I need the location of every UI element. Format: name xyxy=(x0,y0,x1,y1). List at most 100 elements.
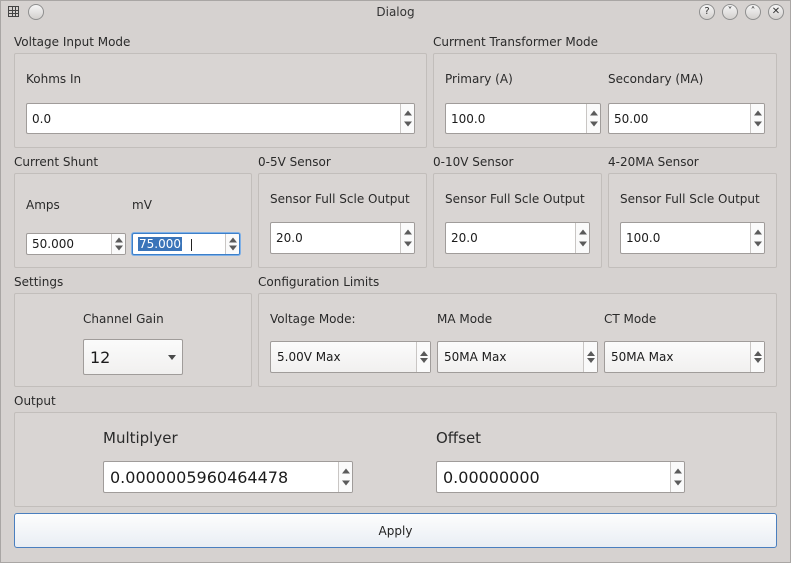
spin-up-icon[interactable] xyxy=(404,110,412,116)
settings-title: Settings xyxy=(14,275,64,289)
ma-mode-label: MA Mode xyxy=(437,312,493,326)
kohms-in-label: Kohms In xyxy=(26,72,82,86)
spin-up-icon[interactable] xyxy=(229,237,237,243)
spin-down-icon[interactable] xyxy=(115,245,123,251)
secondary-label: Secondary (MA) xyxy=(608,72,704,86)
sensor-010v-title: 0-10V Sensor xyxy=(433,155,514,169)
spin-down-icon[interactable] xyxy=(754,241,762,247)
voltage-input-mode-title: Voltage Input Mode xyxy=(14,35,131,49)
text-cursor-icon xyxy=(191,239,192,251)
help-button[interactable]: ? xyxy=(699,4,715,20)
spin-up-icon[interactable] xyxy=(754,110,762,116)
spin-down-icon[interactable] xyxy=(420,358,428,363)
amps-label: Amps xyxy=(26,198,60,212)
spin-up-icon[interactable] xyxy=(754,351,762,356)
spin-down-icon[interactable] xyxy=(590,121,598,127)
primary-label: Primary (A) xyxy=(445,72,513,86)
spin-up-icon[interactable] xyxy=(579,229,587,235)
spin-up-icon[interactable] xyxy=(674,468,682,474)
sensor-420ma-spin-arrows[interactable] xyxy=(750,223,764,253)
config-limits-title: Configuration Limits xyxy=(258,275,380,289)
spin-down-icon[interactable] xyxy=(754,121,762,127)
current-shunt-title: Current Shunt xyxy=(14,155,99,169)
multiplyer-spin-arrows[interactable] xyxy=(338,462,352,492)
spin-down-icon[interactable] xyxy=(579,241,587,247)
sensor-05v-spin-arrows[interactable] xyxy=(400,223,414,253)
apply-button[interactable]: Apply xyxy=(14,513,777,548)
sensor-05v-title: 0-5V Sensor xyxy=(258,155,331,169)
amps-spinbox[interactable]: 50.000 xyxy=(26,233,126,255)
primary-value: 100.0 xyxy=(451,111,486,126)
spin-down-icon[interactable] xyxy=(342,480,350,486)
sensor-420ma-title: 4-20MA Sensor xyxy=(608,155,699,169)
mv-spin-arrows[interactable] xyxy=(225,234,239,254)
window-title: Dialog xyxy=(376,5,415,19)
spin-up-icon[interactable] xyxy=(420,351,428,356)
spin-down-icon[interactable] xyxy=(674,480,682,486)
ct-mode-arrows[interactable] xyxy=(750,342,764,372)
multiplyer-value: 0.0000005960464478 xyxy=(110,467,289,487)
spin-up-icon[interactable] xyxy=(115,237,123,243)
secondary-spin-arrows[interactable] xyxy=(750,104,764,133)
mv-value: 75.000 xyxy=(138,234,182,254)
ma-mode-combobox[interactable]: 50MA Max xyxy=(437,341,598,373)
sensor-010v-value: 20.0 xyxy=(451,231,478,245)
secondary-spinbox[interactable]: 50.00 xyxy=(608,103,765,134)
voltage-mode-combobox[interactable]: 5.00V Max xyxy=(270,341,431,373)
title-bar: Dialog ? ˅ ˄ ✕ xyxy=(0,0,791,24)
spin-down-icon[interactable] xyxy=(229,245,237,251)
ct-mode-title: Currnent Transformer Mode xyxy=(433,35,599,49)
channel-gain-label: Channel Gain xyxy=(83,312,164,326)
multiplyer-label: Multiplyer xyxy=(103,429,178,447)
offset-spin-arrows[interactable] xyxy=(670,462,684,492)
sensor-05v-spinbox[interactable]: 20.0 xyxy=(270,222,415,254)
sensor-420ma-label: Sensor Full Scle Output xyxy=(620,192,760,206)
spin-up-icon[interactable] xyxy=(587,351,595,356)
kohms-in-spinbox[interactable]: 0.0 xyxy=(26,103,415,134)
voltage-mode-arrows[interactable] xyxy=(416,342,430,372)
spin-up-icon[interactable] xyxy=(754,229,762,235)
ma-mode-arrows[interactable] xyxy=(583,342,597,372)
sensor-05v-value: 20.0 xyxy=(276,231,303,245)
ma-mode-value: 50MA Max xyxy=(444,350,507,364)
sensor-010v-spin-arrows[interactable] xyxy=(575,223,589,253)
multiplyer-spinbox[interactable]: 0.0000005960464478 xyxy=(103,461,353,493)
spin-up-icon[interactable] xyxy=(342,468,350,474)
spin-down-icon[interactable] xyxy=(754,358,762,363)
sensor-420ma-spinbox[interactable]: 100.0 xyxy=(620,222,765,254)
sensor-05v-label: Sensor Full Scle Output xyxy=(270,192,410,206)
channel-gain-value: 12 xyxy=(90,347,111,367)
mv-spinbox[interactable]: 75.000 xyxy=(132,233,240,255)
sensor-010v-spinbox[interactable]: 20.0 xyxy=(445,222,590,254)
voltage-mode-label: Voltage Mode: xyxy=(270,312,356,326)
kohms-spin-arrows[interactable] xyxy=(400,104,414,133)
amps-spin-arrows[interactable] xyxy=(111,234,125,254)
channel-gain-combobox[interactable]: 12 xyxy=(83,339,183,375)
voltage-mode-value: 5.00V Max xyxy=(277,350,341,364)
spin-down-icon[interactable] xyxy=(587,358,595,363)
offset-value: 0.00000000 xyxy=(443,467,540,487)
amps-value: 50.000 xyxy=(32,237,74,251)
ct-mode-value: 50MA Max xyxy=(611,350,674,364)
primary-spinbox[interactable]: 100.0 xyxy=(445,103,601,134)
sensor-010v-label: Sensor Full Scle Output xyxy=(445,192,585,206)
spin-up-icon[interactable] xyxy=(590,110,598,116)
ct-mode-combobox[interactable]: 50MA Max xyxy=(604,341,765,373)
output-title: Output xyxy=(14,394,56,408)
offset-label: Offset xyxy=(436,429,482,447)
kohms-in-value: 0.0 xyxy=(32,111,52,126)
mv-selected-text: 75.000 xyxy=(138,237,182,251)
maximize-button[interactable]: ˄ xyxy=(745,4,761,20)
sensor-420ma-value: 100.0 xyxy=(626,231,661,245)
chevron-down-icon[interactable] xyxy=(168,355,176,360)
secondary-value: 50.00 xyxy=(614,111,649,126)
ct-mode-label: CT Mode xyxy=(604,312,657,326)
primary-spin-arrows[interactable] xyxy=(586,104,600,133)
close-button[interactable]: ✕ xyxy=(768,4,784,20)
offset-spinbox[interactable]: 0.00000000 xyxy=(436,461,685,493)
mv-label: mV xyxy=(132,198,152,212)
spin-down-icon[interactable] xyxy=(404,121,412,127)
spin-up-icon[interactable] xyxy=(404,229,412,235)
spin-down-icon[interactable] xyxy=(404,241,412,247)
minimize-button[interactable]: ˅ xyxy=(722,4,738,20)
